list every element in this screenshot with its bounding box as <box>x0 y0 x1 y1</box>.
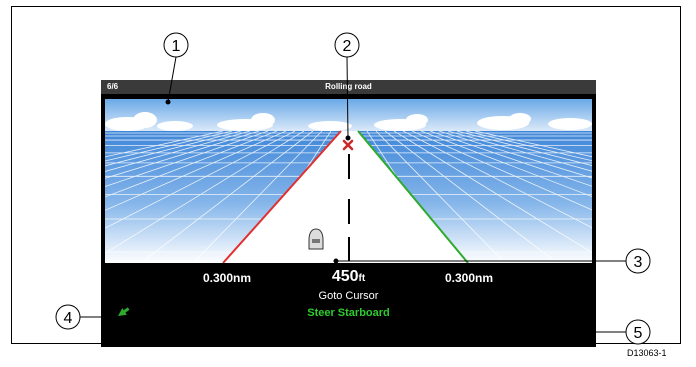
callout-point-3 <box>333 258 339 264</box>
callout-point-5 <box>396 329 402 335</box>
callout-number-4: 4 <box>64 310 73 327</box>
callout-number-5: 5 <box>634 325 643 342</box>
callout-number-1: 1 <box>172 38 181 55</box>
callout-leader-2 <box>346 56 349 139</box>
callout-leader-1 <box>167 56 177 103</box>
callout-number-2: 2 <box>343 38 352 55</box>
figure-code: D13063-1 <box>627 348 667 358</box>
callout-point-2 <box>345 135 351 141</box>
callout-number-3: 3 <box>634 254 643 271</box>
callout-point-1 <box>165 99 171 105</box>
callout-overlay: 1 2 3 4 5 <box>55 32 651 345</box>
